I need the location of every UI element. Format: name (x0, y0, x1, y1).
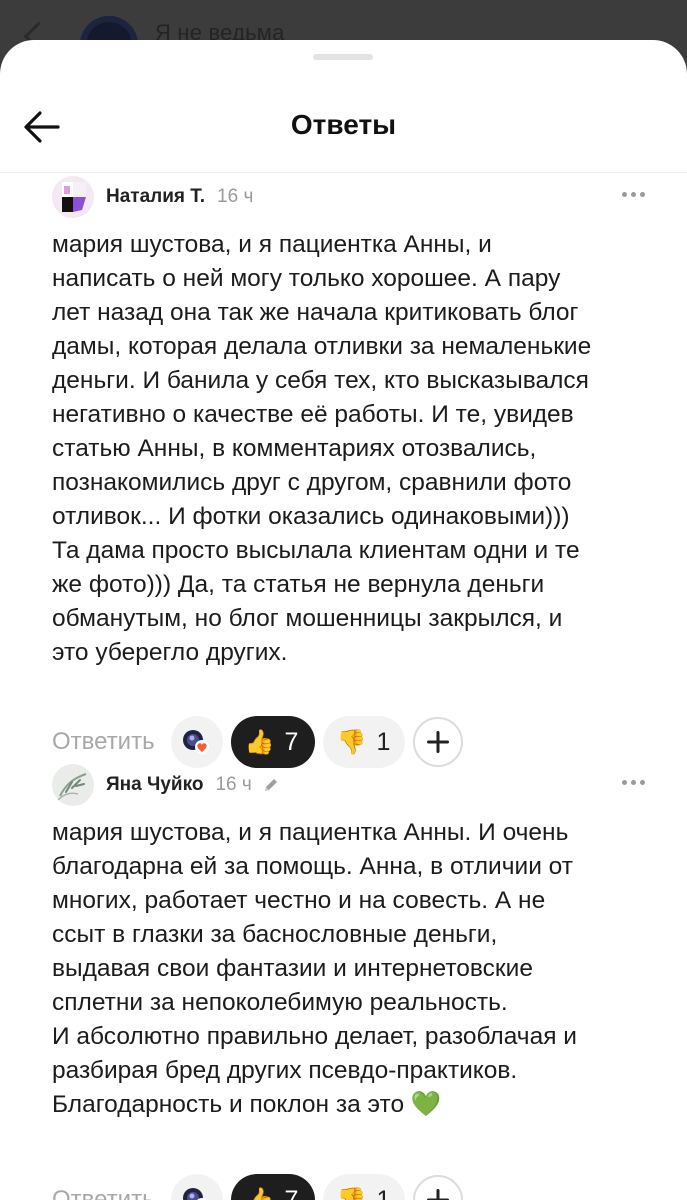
reactor-avatar-icon (182, 730, 209, 754)
more-dots-icon[interactable] (622, 192, 645, 197)
replies-sheet: Ответы Наталия Т. 16 ч мария шустова, и … (0, 40, 687, 1200)
like-button[interactable]: 👍 7 (230, 1174, 315, 1200)
thumbs-down-icon: 👎 (336, 728, 367, 756)
reply-button[interactable]: Ответить (52, 1186, 155, 1200)
comment-time: 16 ч (217, 186, 254, 207)
like-count: 7 (284, 727, 299, 756)
comment-text: мария шустова, и я пациентка Анны, и нап… (52, 231, 592, 666)
reply-button[interactable]: Ответить (52, 728, 155, 756)
thumbs-up-icon: 👍 (244, 1186, 275, 1200)
dislike-button[interactable]: 👎 1 (322, 1174, 405, 1200)
reactors-avatars[interactable] (170, 716, 223, 768)
more-dots-icon[interactable] (622, 780, 645, 785)
avatar[interactable] (52, 176, 94, 218)
screen: Я не ведьма Ответы Наталия Т. 16 ч мария… (0, 0, 687, 1200)
comment-time: 16 ч (215, 774, 252, 795)
thumbs-down-icon: 👎 (336, 1186, 367, 1200)
like-button[interactable]: 👍 7 (230, 716, 315, 768)
page-title: Ответы (290, 109, 397, 140)
avatar-image (52, 764, 94, 806)
pencil-icon (264, 779, 277, 791)
avatar-image (52, 176, 94, 218)
reactors-avatars[interactable] (170, 1174, 223, 1200)
comment-header: Наталия Т. 16 ч (52, 176, 253, 218)
add-reaction-button[interactable] (412, 717, 463, 767)
comment-header: Яна Чуйко 16 ч (52, 764, 280, 806)
sheet-header: Ответы (0, 80, 687, 173)
comment-actions: Ответить 👍 7 👎 1 (52, 716, 463, 768)
reactor-avatar-icon (182, 1188, 207, 1200)
thumbs-up-icon: 👍 (244, 728, 275, 756)
add-reaction-button[interactable] (412, 1175, 463, 1200)
dislike-button[interactable]: 👎 1 (322, 716, 405, 768)
comment-author[interactable]: Яна Чуйко (106, 774, 203, 796)
dislike-count: 1 (376, 727, 391, 756)
sheet-drag-handle[interactable] (313, 54, 373, 60)
dislike-count: 1 (376, 1185, 391, 1200)
comment-actions: Ответить 👍 7 👎 1 (52, 1174, 463, 1200)
avatar[interactable] (52, 764, 94, 806)
comment-text: мария шустова, и я пациентка Анны. И оче… (52, 819, 577, 1118)
like-count: 7 (284, 1185, 299, 1200)
comment-author[interactable]: Наталия Т. (106, 186, 205, 208)
